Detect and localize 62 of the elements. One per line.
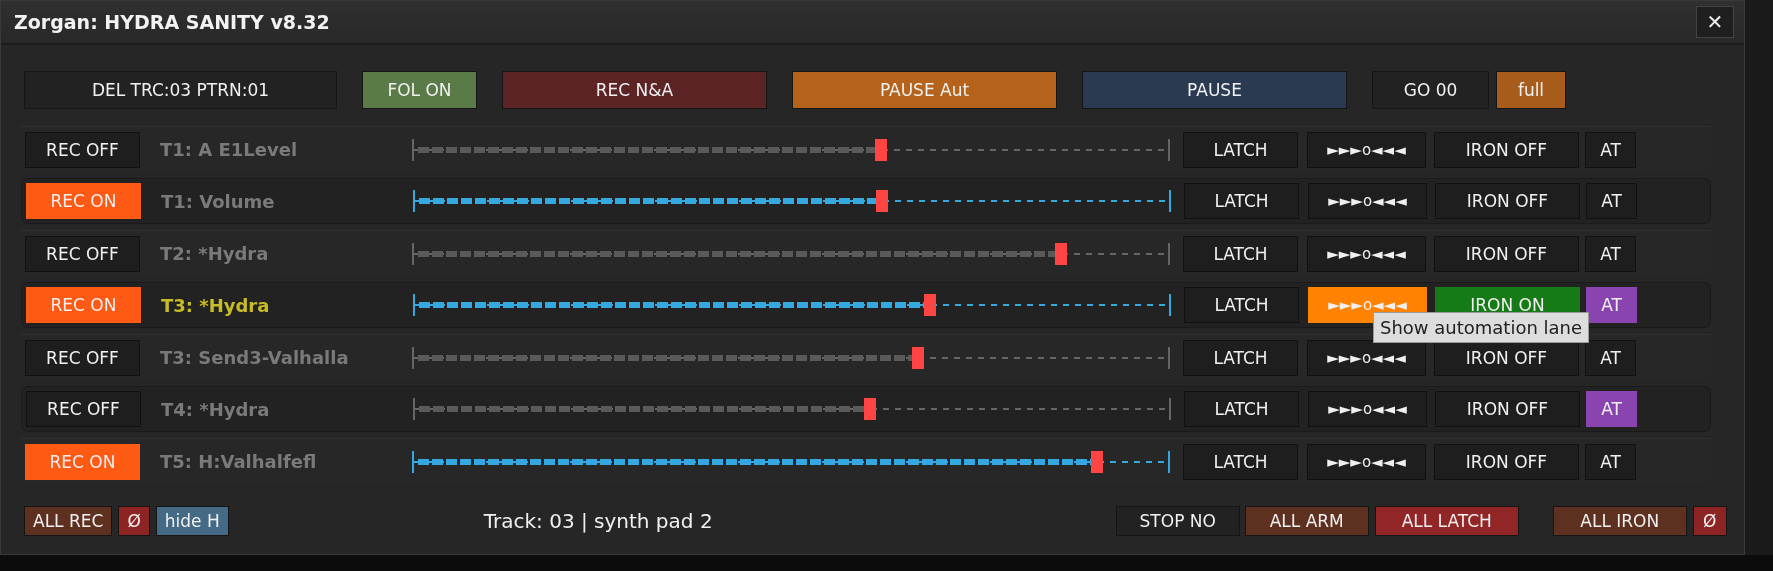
slider-thumb[interactable] <box>876 190 889 212</box>
lane-button[interactable]: ►►►o◄◄◄ <box>1307 443 1426 480</box>
track-name: T3: *Hydra <box>161 294 271 316</box>
toolbar-button[interactable]: PAUSE Aut <box>792 71 1057 109</box>
latch-button[interactable]: LATCH <box>1184 391 1299 427</box>
track-name: T2: *Hydra <box>160 243 270 264</box>
track-name: T1: A E1Level <box>160 139 299 160</box>
iron-button[interactable]: IRON OFF <box>1435 183 1580 219</box>
track-name: T5: H:Valhalfefl <box>160 451 318 472</box>
at-button[interactable]: AT <box>1585 131 1636 168</box>
track-name: T4: *Hydra <box>161 398 271 420</box>
iron-button[interactable]: IRON OFF <box>1434 131 1579 168</box>
lane-button[interactable]: ►►►o◄◄◄ <box>1307 235 1426 272</box>
track-name: T1: Volume <box>161 190 276 212</box>
at-button[interactable]: AT <box>1585 235 1636 272</box>
lane-button[interactable]: ►►►o◄◄◄ <box>1307 339 1426 376</box>
toolbar-button[interactable]: GO 00 <box>1372 71 1489 109</box>
latch-button[interactable]: LATCH <box>1183 339 1298 376</box>
iron-button[interactable]: IRON OFF <box>1435 391 1580 427</box>
slider-thumb[interactable] <box>875 138 888 161</box>
footer-button[interactable]: ALL REC <box>24 506 113 536</box>
footer-button[interactable]: ALL LATCH <box>1374 506 1519 536</box>
lane-button[interactable]: ►►►o◄◄◄ <box>1308 391 1427 427</box>
track-name: T3: Send3-Valhalla <box>160 347 350 368</box>
slider-thumb[interactable] <box>911 346 924 369</box>
close-button[interactable]: ✕ <box>1696 6 1734 38</box>
toolbar-button[interactable]: REC N&A <box>502 71 767 109</box>
at-button[interactable]: AT <box>1586 391 1637 427</box>
lane-button[interactable]: ►►►o◄◄◄ <box>1307 131 1426 168</box>
window-title: Zorgan: HYDRA SANITY v8.32 <box>14 11 330 33</box>
at-button[interactable]: AT <box>1586 183 1637 219</box>
slider-thumb[interactable] <box>923 294 936 316</box>
footer-button[interactable]: ALL ARM <box>1244 506 1369 536</box>
footer-button[interactable]: STOP NO <box>1115 506 1240 536</box>
tooltip: Show automation lane <box>1373 312 1590 343</box>
toolbar-button[interactable]: FOL ON <box>362 71 477 109</box>
footer-button[interactable]: hide H <box>155 506 229 536</box>
slider-thumb[interactable] <box>863 398 876 420</box>
toolbar-button[interactable]: full <box>1496 71 1566 109</box>
latch-button[interactable]: LATCH <box>1183 131 1298 168</box>
slider-thumb[interactable] <box>1091 450 1104 473</box>
at-button[interactable]: AT <box>1585 443 1636 480</box>
footer-button[interactable]: Ø <box>1692 506 1727 536</box>
latch-button[interactable]: LATCH <box>1183 235 1298 272</box>
footer-button[interactable]: ALL IRON <box>1552 506 1687 536</box>
toolbar-button[interactable]: DEL TRC:03 PTRN:01 <box>24 71 337 109</box>
latch-button[interactable]: LATCH <box>1184 183 1299 219</box>
lane-button[interactable]: ►►►o◄◄◄ <box>1308 183 1427 219</box>
record-button[interactable]: REC OFF <box>26 391 141 427</box>
latch-button[interactable]: LATCH <box>1183 443 1298 480</box>
iron-button[interactable]: IRON OFF <box>1434 235 1579 272</box>
status-text: Track: 03 | synth pad 2 <box>483 509 714 533</box>
iron-button[interactable]: IRON OFF <box>1434 443 1579 480</box>
at-button[interactable]: AT <box>1585 339 1636 376</box>
footer-button[interactable]: Ø <box>118 506 150 536</box>
record-button[interactable]: REC OFF <box>25 339 140 376</box>
latch-button[interactable]: LATCH <box>1184 287 1299 323</box>
at-button[interactable]: AT <box>1586 287 1637 323</box>
toolbar-button[interactable]: PAUSE <box>1082 71 1347 109</box>
record-button[interactable]: REC OFF <box>25 235 140 272</box>
record-button[interactable]: REC OFF <box>25 131 140 168</box>
slider-thumb[interactable] <box>1054 242 1067 265</box>
